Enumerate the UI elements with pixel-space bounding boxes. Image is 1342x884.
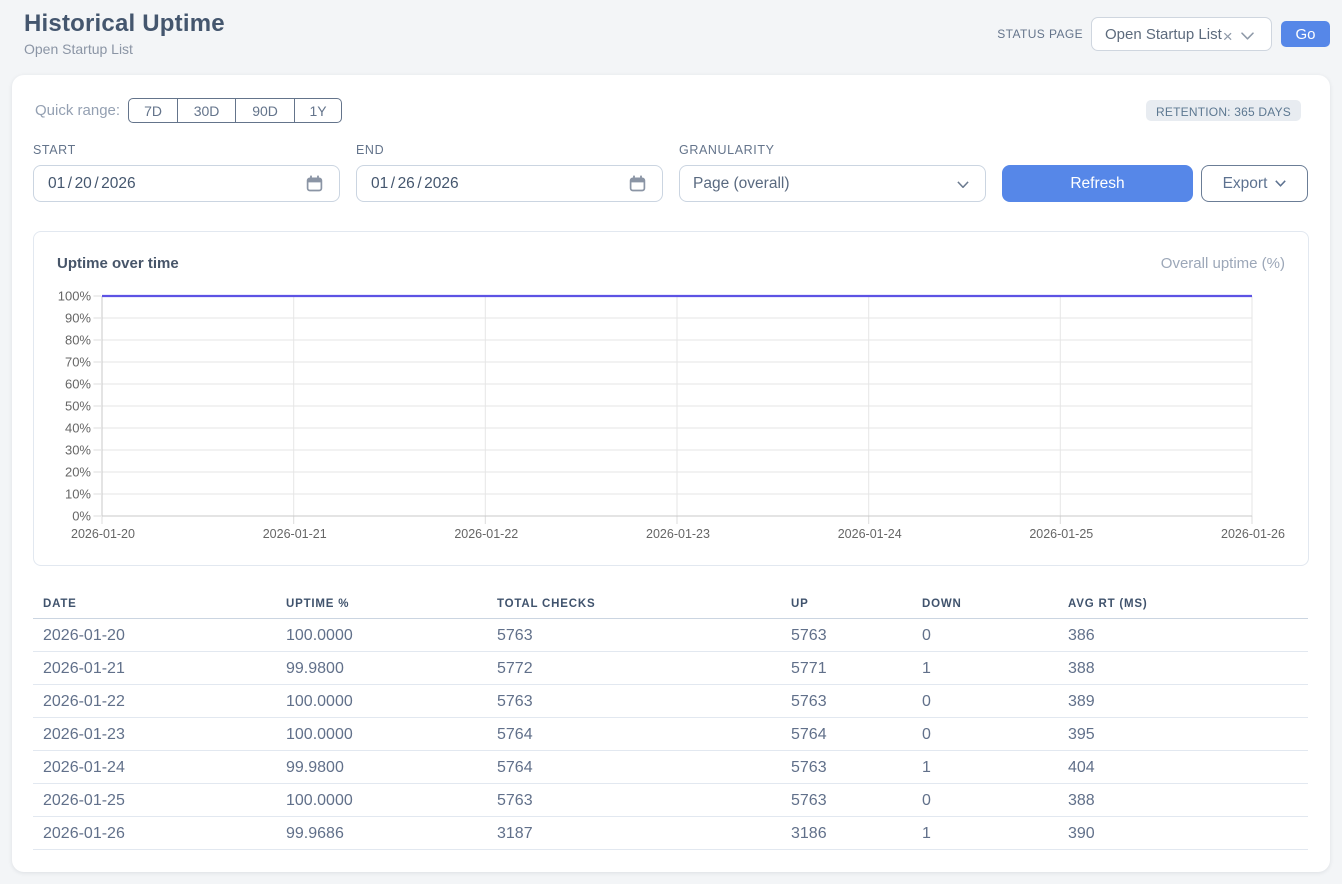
svg-text:2026-01-23: 2026-01-23 [646, 527, 710, 541]
svg-text:40%: 40% [65, 421, 91, 436]
svg-text:70%: 70% [65, 355, 91, 370]
svg-text:30%: 30% [65, 443, 91, 458]
svg-text:50%: 50% [65, 399, 91, 414]
svg-text:2026-01-26: 2026-01-26 [1221, 527, 1285, 541]
svg-text:80%: 80% [65, 333, 91, 348]
svg-text:2026-01-24: 2026-01-24 [838, 527, 902, 541]
svg-text:100%: 100% [58, 289, 92, 304]
svg-text:60%: 60% [65, 377, 91, 392]
svg-text:2026-01-25: 2026-01-25 [1029, 527, 1093, 541]
svg-text:20%: 20% [65, 465, 91, 480]
svg-text:2026-01-22: 2026-01-22 [454, 527, 518, 541]
svg-text:10%: 10% [65, 487, 91, 502]
svg-text:0%: 0% [72, 509, 91, 524]
svg-text:2026-01-20: 2026-01-20 [71, 527, 135, 541]
svg-text:90%: 90% [65, 311, 91, 326]
svg-text:2026-01-21: 2026-01-21 [263, 527, 327, 541]
